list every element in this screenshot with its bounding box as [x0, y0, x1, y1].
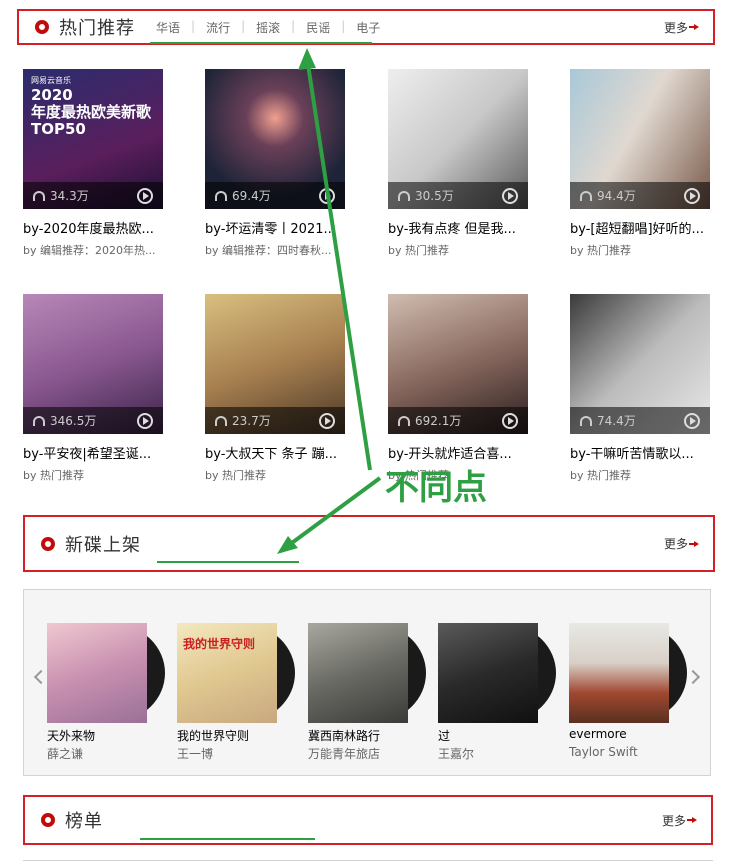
annotation-label: 不同点 — [385, 468, 487, 508]
annotation-arrows — [277, 48, 382, 554]
